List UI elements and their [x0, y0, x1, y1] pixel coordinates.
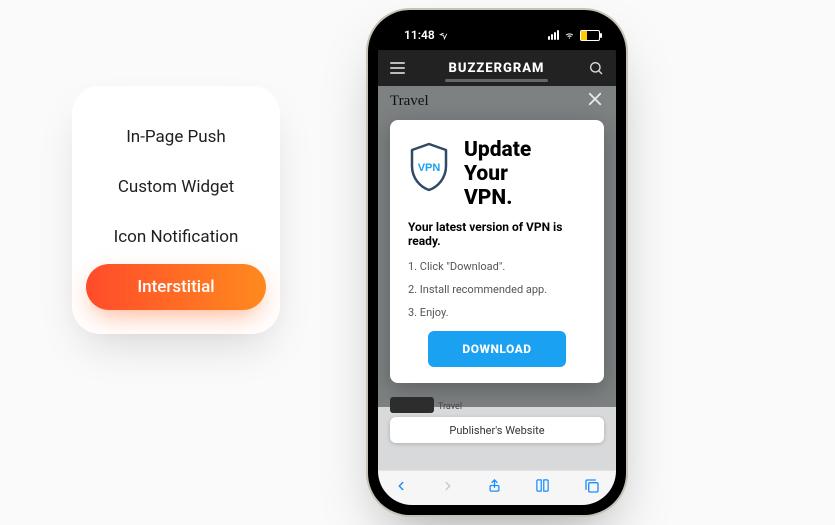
- interstitial-title: Update Your VPN.: [464, 138, 531, 210]
- app-brand: BUZZERGRAM: [449, 61, 545, 76]
- ad-format-card: In-Page Push Custom Widget Icon Notifica…: [72, 86, 280, 334]
- nav-custom-widget[interactable]: Custom Widget: [86, 164, 266, 210]
- app-header: BUZZERGRAM: [378, 50, 616, 86]
- forward-icon: [441, 478, 455, 499]
- address-bar[interactable]: Publisher's Website: [390, 417, 604, 443]
- tabs-icon[interactable]: [584, 478, 600, 499]
- vpn-shield-icon: VPN: [408, 142, 450, 192]
- step-1: 1. Click "Download".: [408, 260, 586, 273]
- menu-icon[interactable]: [390, 62, 405, 74]
- close-icon[interactable]: [586, 90, 604, 113]
- step-3: 3. Enjoy.: [408, 306, 586, 319]
- nav-icon-notification[interactable]: Icon Notification: [86, 214, 266, 260]
- title-line-1: Update: [464, 138, 531, 162]
- safari-toolbar: [378, 470, 616, 505]
- article-thumb: [390, 397, 434, 413]
- download-button[interactable]: DOWNLOAD: [428, 331, 566, 367]
- phone-mockup: 11:48 BUZZERGRAM Travel: [368, 10, 626, 515]
- interstitial-card: VPN Update Your VPN. Your latest version…: [390, 120, 604, 383]
- title-line-3: VPN.: [464, 186, 531, 210]
- back-icon[interactable]: [394, 478, 408, 499]
- share-icon[interactable]: [487, 477, 502, 499]
- nav-interstitial[interactable]: Interstitial: [86, 264, 266, 310]
- nav-in-page-push[interactable]: In-Page Push: [86, 114, 266, 160]
- svg-text:VPN: VPN: [418, 162, 441, 174]
- bookmarks-icon[interactable]: [534, 478, 551, 498]
- phone-notch: [433, 10, 561, 34]
- section-title: Travel: [390, 93, 429, 110]
- step-2: 2. Install recommended app.: [408, 283, 586, 296]
- phone-screen: 11:48 BUZZERGRAM Travel: [378, 20, 616, 505]
- article-category: Travel: [438, 402, 462, 412]
- title-line-2: Your: [464, 162, 531, 186]
- wifi-icon: [563, 30, 576, 40]
- search-icon[interactable]: [588, 60, 604, 76]
- battery-icon: [580, 30, 600, 41]
- interstitial-subtitle: Your latest version of VPN is ready.: [408, 220, 586, 248]
- status-time: 11:48: [404, 28, 435, 42]
- section-header: Travel: [378, 86, 616, 116]
